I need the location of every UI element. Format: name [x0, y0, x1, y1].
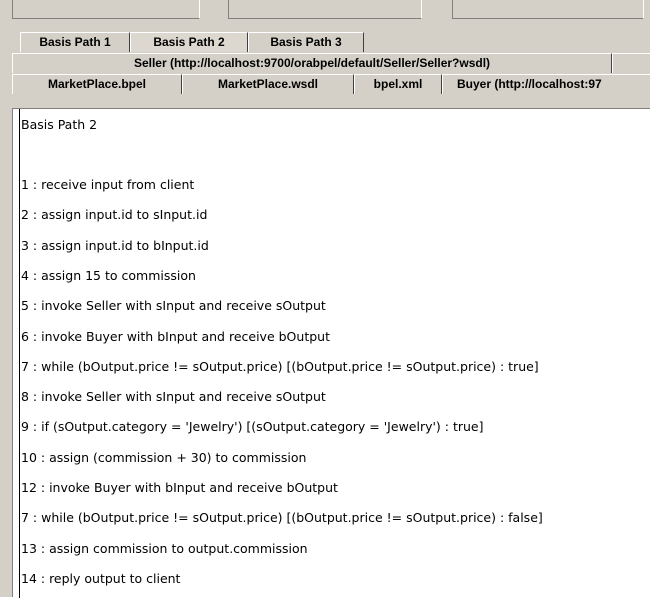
path-line: 7 : while (bOutput.price != sOutput.pric… [21, 510, 543, 526]
top-field-1[interactable] [12, 0, 200, 19]
path-line: 13 : assign commission to output.commiss… [21, 540, 308, 556]
top-toolbar-strip [0, 0, 650, 26]
tab-bpel-xml[interactable]: bpel.xml [354, 74, 442, 94]
tab-marketplace-bpel[interactable]: MarketPlace.bpel [12, 74, 182, 94]
tab-seller-wsdl[interactable]: Seller (http://localhost:9700/orabpel/de… [12, 53, 612, 73]
tab-basis-path-2[interactable]: Basis Path 2 [130, 32, 248, 52]
path-line: 12 : invoke Buyer with bInput and receiv… [21, 480, 338, 495]
top-field-2[interactable] [228, 0, 422, 19]
path-line: 1 : receive input from client [21, 177, 195, 192]
path-line: 10 : assign (commission + 30) to commiss… [21, 449, 307, 465]
tab-basis-path-3[interactable]: Basis Path 3 [248, 32, 364, 52]
path-line: 14 : reply output to client [21, 570, 181, 586]
basis-path-content: Basis Path 2 1 : receive input from clie… [12, 108, 650, 598]
tab-basis-path-1[interactable]: Basis Path 1 [20, 32, 130, 52]
path-line: 3 : assign input.id to bInput.id [21, 237, 209, 253]
left-frame [0, 108, 12, 597]
path-line: 9 : if (sOutput.category = 'Jewelry') [(… [21, 419, 484, 435]
path-line: 5 : invoke Seller with sInput and receiv… [21, 298, 326, 314]
tab-buyer-wsdl[interactable]: Buyer (http://localhost:97 [442, 74, 650, 94]
path-line: 2 : assign input.id to sInput.id [21, 207, 208, 223]
path-line: 6 : invoke Buyer with bInput and receive… [21, 328, 330, 344]
tab-partial[interactable] [612, 53, 650, 73]
path-line: 8 : invoke Seller with sInput and receiv… [21, 389, 326, 405]
tab-marketplace-wsdl[interactable]: MarketPlace.wsdl [182, 74, 354, 94]
path-line: 4 : assign 15 to commission [21, 267, 196, 283]
content-title: Basis Path 2 [21, 117, 98, 132]
top-field-3[interactable] [452, 0, 644, 19]
content-gutter [13, 109, 20, 598]
tab-panel: Basis Path 1 Basis Path 2 Basis Path 3 S… [0, 26, 650, 113]
path-line: 7 : while (bOutput.price != sOutput.pric… [21, 358, 539, 374]
